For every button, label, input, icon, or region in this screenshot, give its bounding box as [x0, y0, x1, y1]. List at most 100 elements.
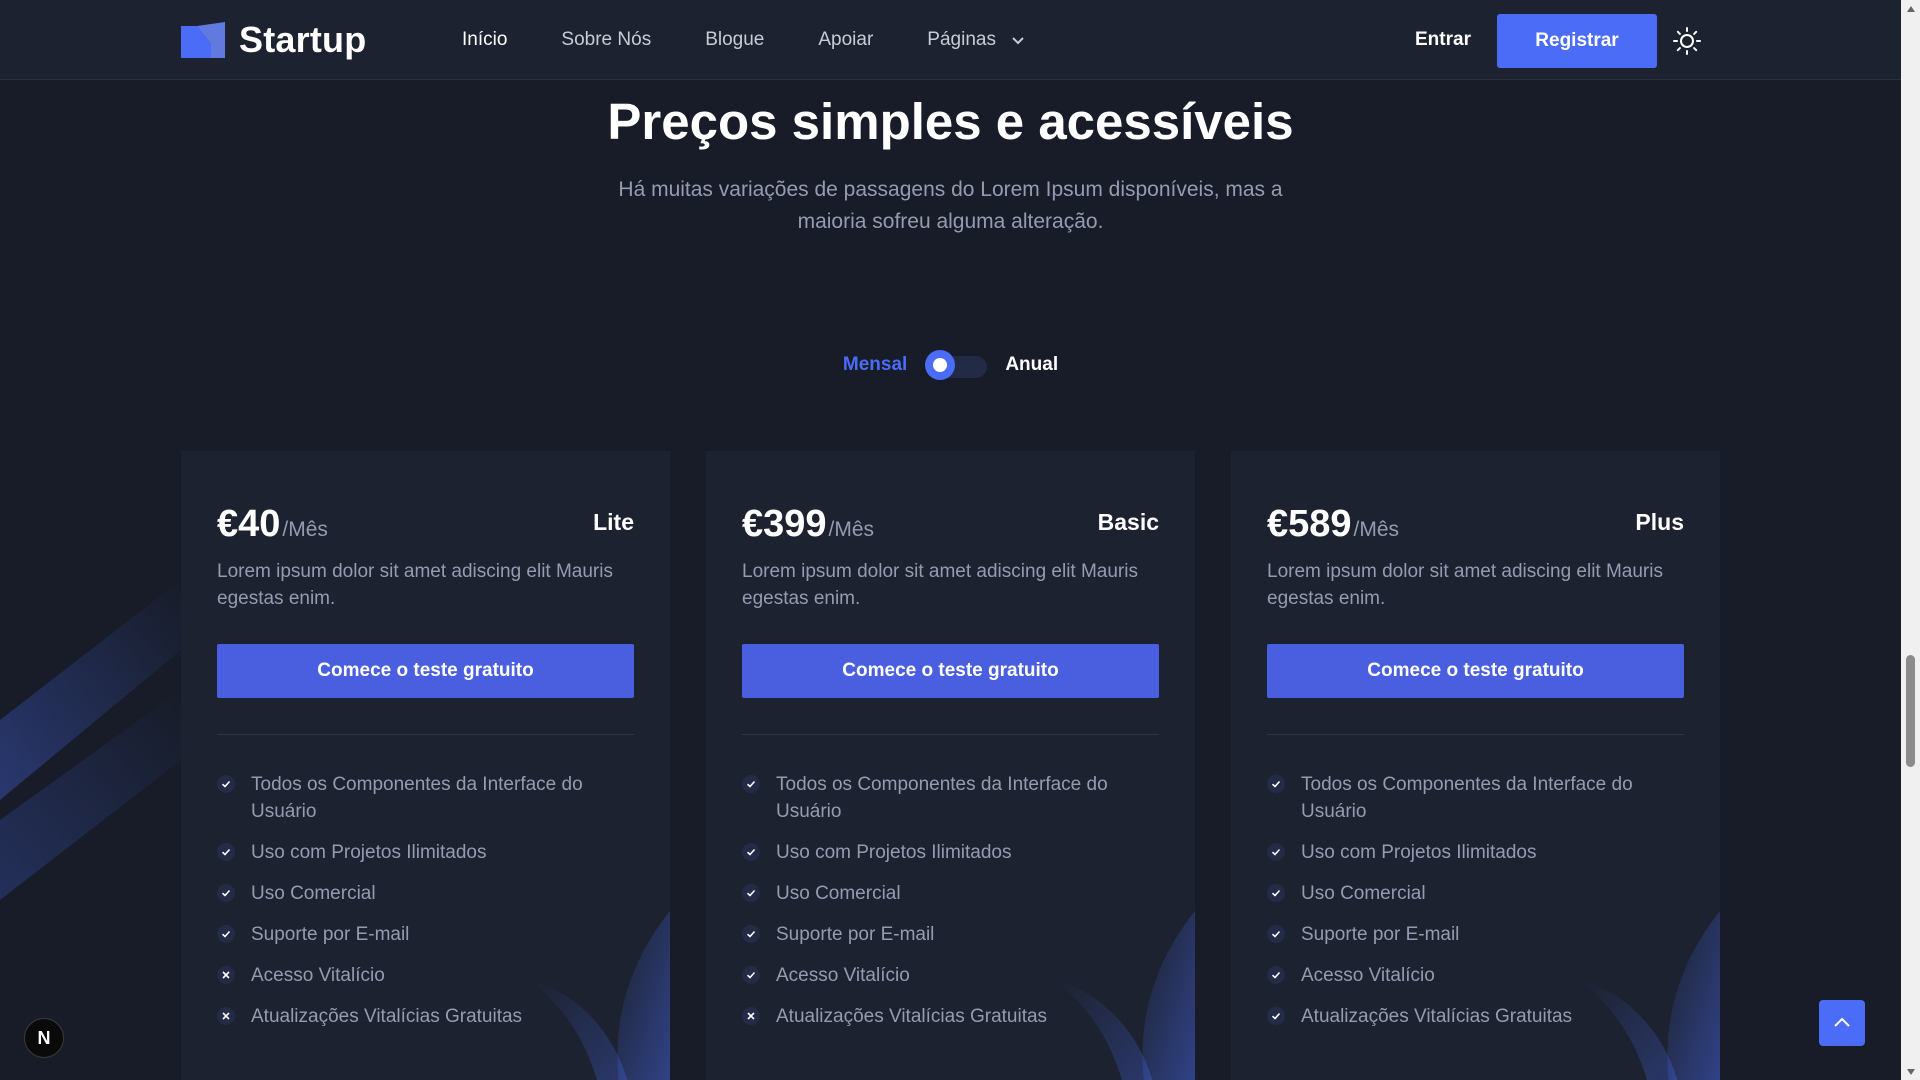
signin-link[interactable]: Entrar [1415, 29, 1471, 51]
plan-description: Lorem ipsum dolor sit amet adiscing elit… [1267, 561, 1663, 609]
logo-icon [181, 22, 225, 58]
feature-status-icon [742, 925, 760, 943]
feature-item: Atualizações Vitalícias Gratuitas [1267, 1003, 1687, 1030]
check-icon [1271, 780, 1281, 788]
register-button[interactable]: Registrar [1497, 14, 1657, 68]
start-trial-button[interactable]: Comece o teste gratuito [742, 644, 1159, 698]
feature-text: Uso com Projetos Ilimitados [1301, 842, 1537, 863]
feature-status-icon [217, 884, 235, 902]
plan-name: Basic [1097, 509, 1159, 535]
feature-item: Suporte por E-mail [1267, 921, 1687, 948]
plan-description: Lorem ipsum dolor sit amet adiscing elit… [217, 561, 613, 609]
feature-text: Suporte por E-mail [1301, 924, 1460, 945]
feature-text: Atualizações Vitalícias Gratuitas [776, 1006, 1048, 1027]
scroll-down-arrow[interactable] [1901, 1063, 1920, 1080]
plan-name: Lite [593, 509, 634, 535]
sun-icon[interactable] [1673, 27, 1701, 55]
price-row: €40/Mês Lite [217, 503, 634, 547]
section-title: Preços simples e acessíveis [607, 93, 1294, 150]
nav-item-paginas[interactable]: Páginas [927, 29, 1026, 51]
feature-text: Uso Comercial [776, 883, 901, 904]
feature-item: Suporte por E-mail [217, 921, 637, 948]
price-row: €399/Mês Basic [742, 503, 1159, 547]
feature-item: Acesso Vitalício [1267, 962, 1687, 989]
start-trial-button[interactable]: Comece o teste gratuito [217, 644, 634, 698]
feature-item: Atualizações Vitalícias Gratuitas [742, 1003, 1162, 1030]
feature-status-icon [217, 925, 235, 943]
next-badge[interactable]: N [24, 1018, 64, 1058]
feature-item: Uso com Projetos Ilimitados [742, 839, 1162, 866]
feature-status-icon [217, 775, 235, 793]
nav-label: Páginas [927, 29, 996, 50]
scrollbar-thumb[interactable] [1906, 655, 1915, 767]
divider [742, 734, 1159, 735]
price-row: €589/Mês Plus [1267, 503, 1684, 547]
check-icon [221, 780, 231, 788]
pricing-cards: €40/Mês Lite Lorem ipsum dolor sit amet ad… [181, 451, 1721, 1080]
feature-status-icon [742, 884, 760, 902]
feature-status-icon [742, 966, 760, 984]
scroll-up-arrow[interactable] [1901, 0, 1920, 17]
check-icon [746, 889, 756, 897]
monthly-label[interactable]: Mensal [843, 354, 907, 376]
section-subtitle: Há muitas variações de passagens do Lore… [618, 178, 1283, 233]
feature-text: Uso Comercial [251, 883, 376, 904]
site-header: Startup Início Sobre Nós Blogue Apoiar P… [0, 0, 1901, 80]
plan-period: /Mês [1353, 518, 1400, 541]
pricing-card: €399/Mês Basic Lorem ipsum dolor sit amet … [706, 451, 1195, 1080]
feature-item: Todos os Componentes da Interface do Usu… [742, 771, 1162, 825]
check-icon [746, 780, 756, 788]
feature-text: Acesso Vitalício [251, 965, 385, 986]
chevron-down-icon [1012, 37, 1024, 45]
feature-item: Uso com Projetos Ilimitados [217, 839, 637, 866]
scrollbar[interactable] [1901, 0, 1920, 1080]
check-icon [1271, 971, 1281, 979]
yearly-label[interactable]: Anual [1005, 354, 1058, 376]
logo[interactable]: Startup [181, 19, 366, 60]
close-icon [747, 1012, 755, 1020]
feature-status-icon [742, 843, 760, 861]
feature-item: Todos os Componentes da Interface do Usu… [1267, 771, 1687, 825]
nav-item-inicio[interactable]: Início [462, 29, 507, 51]
feature-item: Acesso Vitalício [742, 962, 1162, 989]
feature-item: Suporte por E-mail [742, 921, 1162, 948]
feature-text: Uso com Projetos Ilimitados [251, 842, 487, 863]
nav-item-apoiar[interactable]: Apoiar [818, 29, 873, 51]
feature-text: Uso com Projetos Ilimitados [776, 842, 1012, 863]
page: Startup Início Sobre Nós Blogue Apoiar P… [0, 0, 1920, 1080]
check-icon [746, 848, 756, 856]
feature-text: Todos os Componentes da Interface do Usu… [1301, 774, 1633, 822]
pricing-card: €589/Mês Plus Lorem ipsum dolor sit amet a… [1231, 451, 1720, 1080]
plan-price: €40 [217, 503, 281, 545]
feature-status-icon [217, 843, 235, 861]
feature-text: Suporte por E-mail [251, 924, 410, 945]
plan-period: /Mês [828, 518, 875, 541]
billing-toggle[interactable] [925, 350, 988, 380]
check-icon [746, 971, 756, 979]
check-icon [1271, 848, 1281, 856]
check-icon [1271, 930, 1281, 938]
feature-text: Atualizações Vitalícias Gratuitas [1301, 1006, 1573, 1027]
feature-item: Uso Comercial [1267, 880, 1687, 907]
start-trial-button[interactable]: Comece o teste gratuito [1267, 644, 1684, 698]
scroll-to-top-button[interactable] [1819, 1000, 1865, 1046]
feature-status-icon [1267, 1007, 1285, 1025]
plan-period: /Mês [282, 518, 328, 541]
plan-price: €589 [1267, 503, 1352, 545]
feature-status-icon [217, 1007, 235, 1025]
check-icon [1271, 1012, 1281, 1020]
chevron-up-icon [1834, 1017, 1850, 1027]
nav-item-blogue[interactable]: Blogue [705, 29, 764, 51]
nav-item-sobre-nos[interactable]: Sobre Nós [561, 29, 651, 51]
feature-status-icon [1267, 925, 1285, 943]
check-icon [221, 889, 231, 897]
feature-text: Todos os Componentes da Interface do Usu… [251, 774, 583, 822]
nav-label: Apoiar [818, 29, 874, 50]
feature-text: Uso Comercial [1301, 883, 1426, 904]
feature-text: Todos os Componentes da Interface do Usu… [776, 774, 1108, 822]
feature-status-icon [1267, 966, 1285, 984]
feature-list: Todos os Componentes da Interface do Usu… [742, 771, 1162, 1044]
feature-status-icon [1267, 775, 1285, 793]
nav-label: Início [462, 29, 508, 50]
feature-status-icon [1267, 843, 1285, 861]
